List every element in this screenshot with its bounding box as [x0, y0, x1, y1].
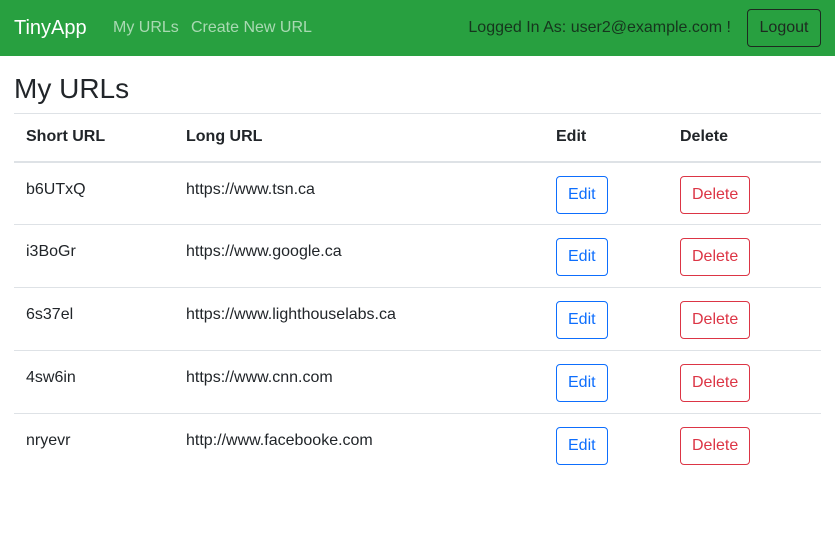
header-delete: Delete	[668, 113, 821, 163]
long-url: https://www.lighthouselabs.ca	[186, 306, 396, 323]
edit-button[interactable]: Edit	[556, 301, 608, 339]
table-header: Short URL Long URL Edit Delete	[14, 113, 821, 163]
long-url: http://www.facebooke.com	[186, 432, 373, 449]
short-url-cell: 6s37el	[14, 287, 174, 351]
nav-link-create-new-url[interactable]: Create New URL	[191, 18, 312, 38]
edit-cell: Edit	[544, 162, 668, 225]
delete-cell: Delete	[668, 350, 821, 414]
short-url: b6UTxQ	[26, 180, 86, 198]
edit-button[interactable]: Edit	[556, 427, 608, 465]
delete-button[interactable]: Delete	[680, 238, 751, 276]
navbar: TinyApp My URLs Create New URL Logged In…	[0, 0, 835, 56]
edit-button[interactable]: Edit	[556, 175, 608, 214]
long-url: https://www.google.ca	[186, 243, 342, 260]
nav-link-my-urls[interactable]: My URLs	[113, 18, 179, 38]
table-row: nryevr http://www.facebooke.com Edit Del…	[14, 413, 821, 477]
delete-button[interactable]: Delete	[680, 175, 751, 214]
edit-cell: Edit	[544, 413, 668, 477]
table-row: 4sw6in https://www.cnn.com Edit Delete	[14, 350, 821, 414]
delete-button[interactable]: Delete	[680, 427, 751, 465]
header-long-url: Long URL	[174, 113, 544, 163]
logout-button[interactable]: Logout	[747, 9, 821, 47]
table-body: b6UTxQ https://www.tsn.ca Edit Delete i3…	[14, 162, 821, 477]
edit-button[interactable]: Edit	[556, 238, 608, 276]
table-row: i3BoGr https://www.google.ca Edit Delete	[14, 224, 821, 288]
logged-in-status: Logged In As: user2@example.com !	[468, 19, 731, 36]
urls-table: Short URL Long URL Edit Delete b6UTxQ ht…	[14, 113, 821, 477]
delete-cell: Delete	[668, 413, 821, 477]
delete-cell: Delete	[668, 224, 821, 288]
long-url-cell: https://www.tsn.ca	[174, 162, 544, 225]
short-url: 6s37el	[26, 306, 74, 323]
short-url: 4sw6in	[26, 369, 76, 386]
delete-cell: Delete	[668, 287, 821, 351]
table-header-row: Short URL Long URL Edit Delete	[14, 113, 821, 163]
header-edit: Edit	[544, 113, 668, 163]
long-url: https://www.tsn.ca	[186, 180, 315, 198]
short-url: i3BoGr	[26, 243, 76, 260]
long-url-cell: https://www.lighthouselabs.ca	[174, 287, 544, 351]
long-url-cell: https://www.google.ca	[174, 224, 544, 288]
short-url-cell: b6UTxQ	[14, 162, 174, 225]
short-url: nryevr	[26, 432, 71, 449]
long-url: https://www.cnn.com	[186, 369, 333, 386]
table-row: 6s37el https://www.lighthouselabs.ca Edi…	[14, 287, 821, 351]
edit-cell: Edit	[544, 224, 668, 288]
edit-cell: Edit	[544, 287, 668, 351]
edit-cell: Edit	[544, 350, 668, 414]
delete-cell: Delete	[668, 162, 821, 225]
short-url-cell: i3BoGr	[14, 224, 174, 288]
edit-button[interactable]: Edit	[556, 364, 608, 402]
brand-link[interactable]: TinyApp	[14, 15, 87, 41]
table-row: b6UTxQ https://www.tsn.ca Edit Delete	[14, 162, 821, 225]
header-short-url: Short URL	[14, 113, 174, 163]
long-url-cell: http://www.facebooke.com	[174, 413, 544, 477]
delete-button[interactable]: Delete	[680, 301, 751, 339]
long-url-cell: https://www.cnn.com	[174, 350, 544, 414]
short-url-cell: nryevr	[14, 413, 174, 477]
page-title: My URLs	[14, 73, 130, 104]
delete-button[interactable]: Delete	[680, 364, 751, 402]
short-url-cell: 4sw6in	[14, 350, 174, 414]
